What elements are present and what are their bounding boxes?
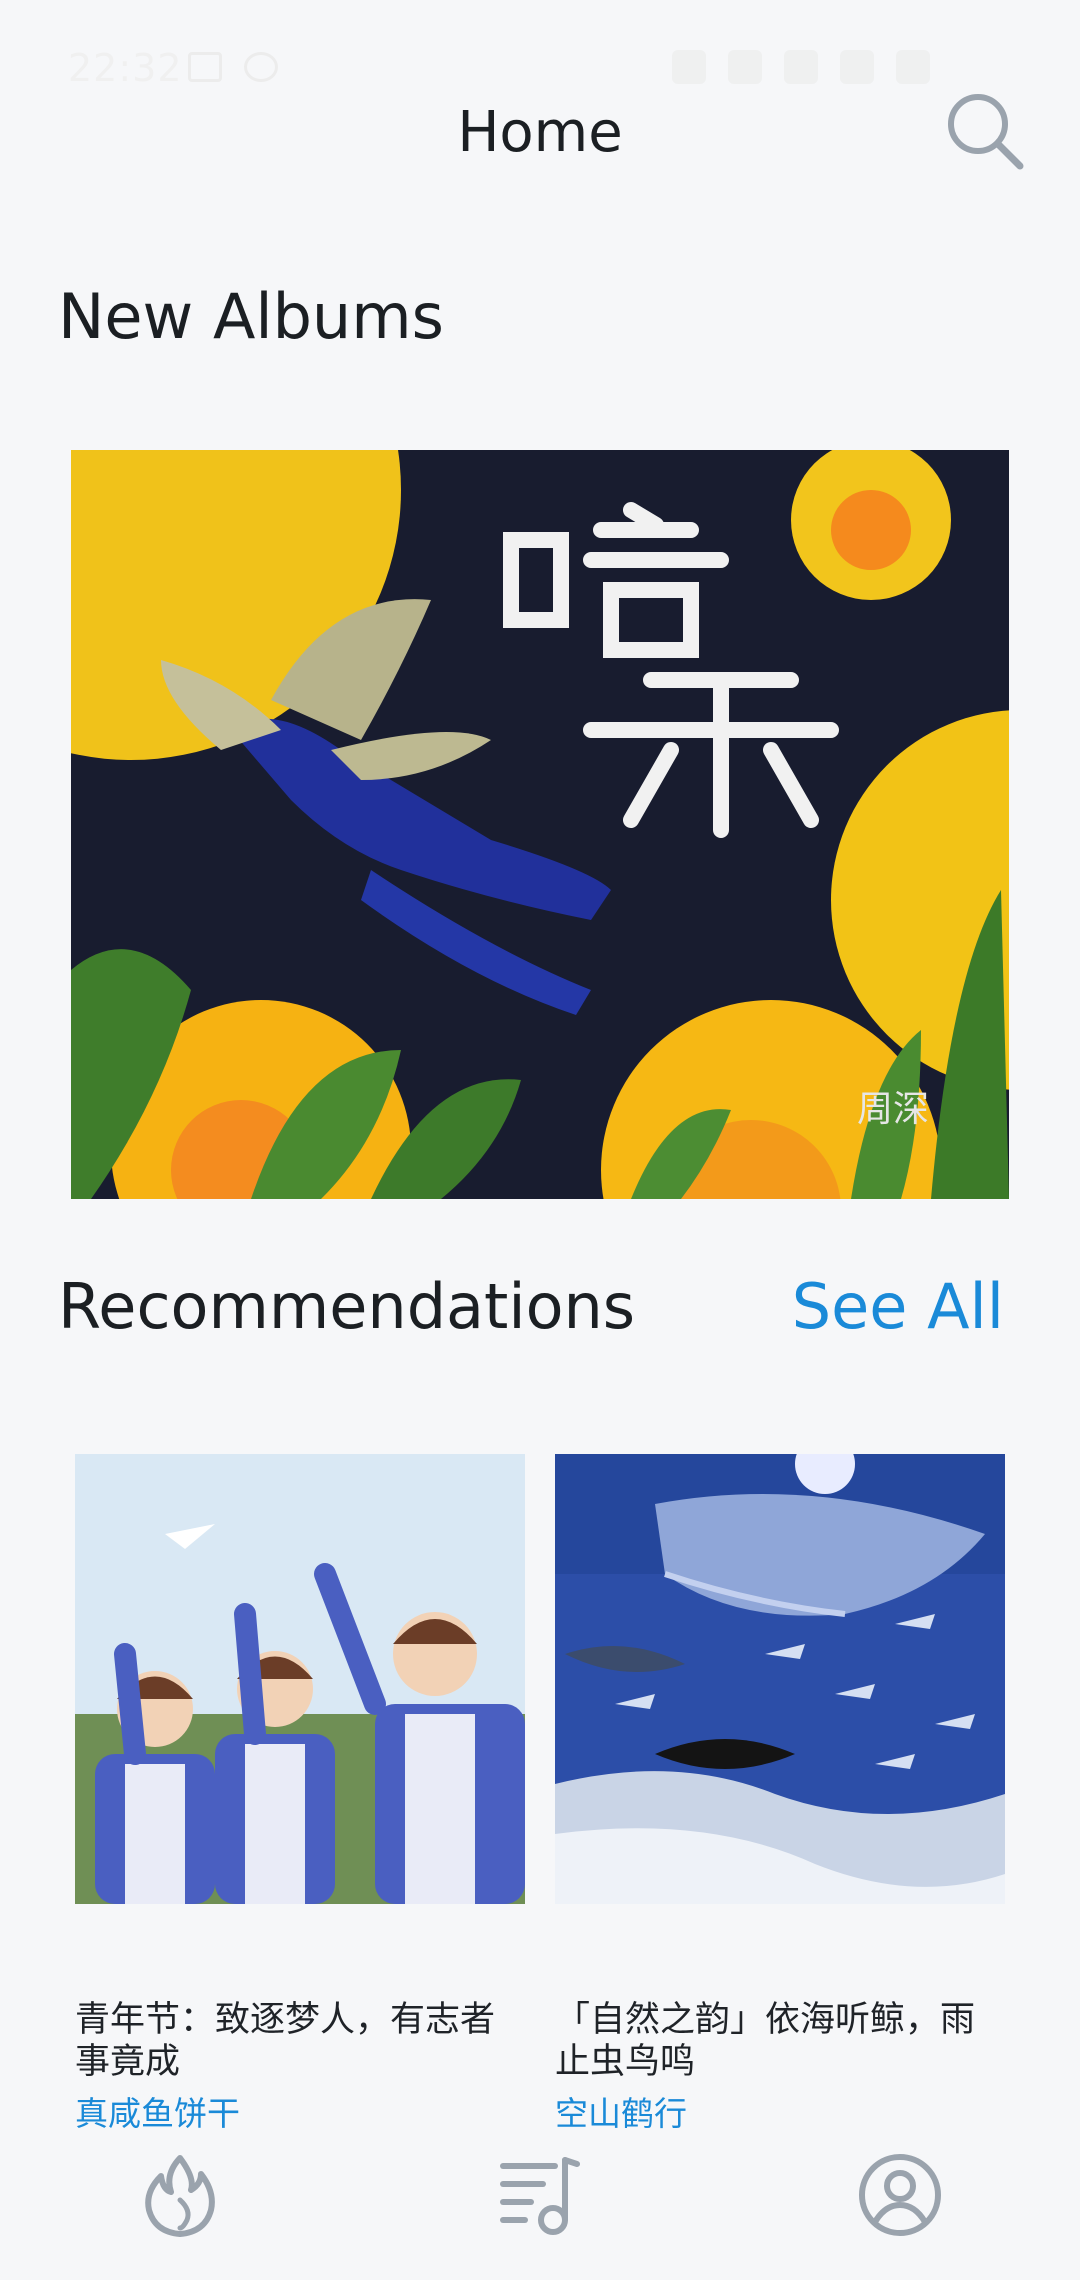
search-button[interactable]: [940, 86, 1030, 176]
nav-trending[interactable]: [135, 2150, 225, 2240]
recommendation-author[interactable]: 空山鹤行: [555, 2087, 1005, 2135]
status-indicators: [672, 50, 930, 84]
recommendation-title: 「自然之韵」依海听鲸，雨止虫鸟鸣: [555, 2000, 976, 2082]
recommendation-author[interactable]: 真咸鱼饼干: [75, 2087, 525, 2135]
featured-album-cover[interactable]: 周深: [71, 450, 1009, 1199]
sync-icon: [244, 52, 278, 82]
recommendation-card[interactable]: 「自然之韵」依海听鲸，雨止虫鸟鸣 空山鹤行: [555, 1454, 1005, 2135]
search-icon: [948, 94, 1024, 170]
bottom-navigation: [0, 2150, 1080, 2260]
signal-icon: [784, 50, 818, 84]
recommendation-cover: [555, 1454, 1005, 1904]
battery-icon: [896, 50, 930, 84]
album-artist: 周深: [857, 1089, 930, 1130]
nav-profile[interactable]: [855, 2150, 945, 2240]
page-title: Home: [457, 100, 623, 165]
recommendations-title: Recommendations: [58, 1270, 636, 1343]
image-notification-icon: [188, 52, 222, 82]
signal-icon: [840, 50, 874, 84]
recommendation-cover: [75, 1454, 525, 1904]
flame-icon: [145, 2155, 215, 2237]
see-all-link[interactable]: See All: [792, 1270, 1004, 1343]
status-time: 22:32: [68, 46, 183, 90]
recommendation-card[interactable]: 青年节：致逐梦人，有志者事竟成 真咸鱼饼干: [75, 1454, 525, 2135]
recommendation-title: 青年节：致逐梦人，有志者事竟成: [75, 2000, 496, 2082]
new-albums-title: New Albums: [58, 280, 444, 353]
alarm-icon: [672, 50, 706, 84]
profile-icon: [859, 2154, 941, 2236]
nav-playlist[interactable]: [495, 2150, 585, 2240]
hd-icon: [728, 50, 762, 84]
playlist-icon: [500, 2157, 580, 2235]
